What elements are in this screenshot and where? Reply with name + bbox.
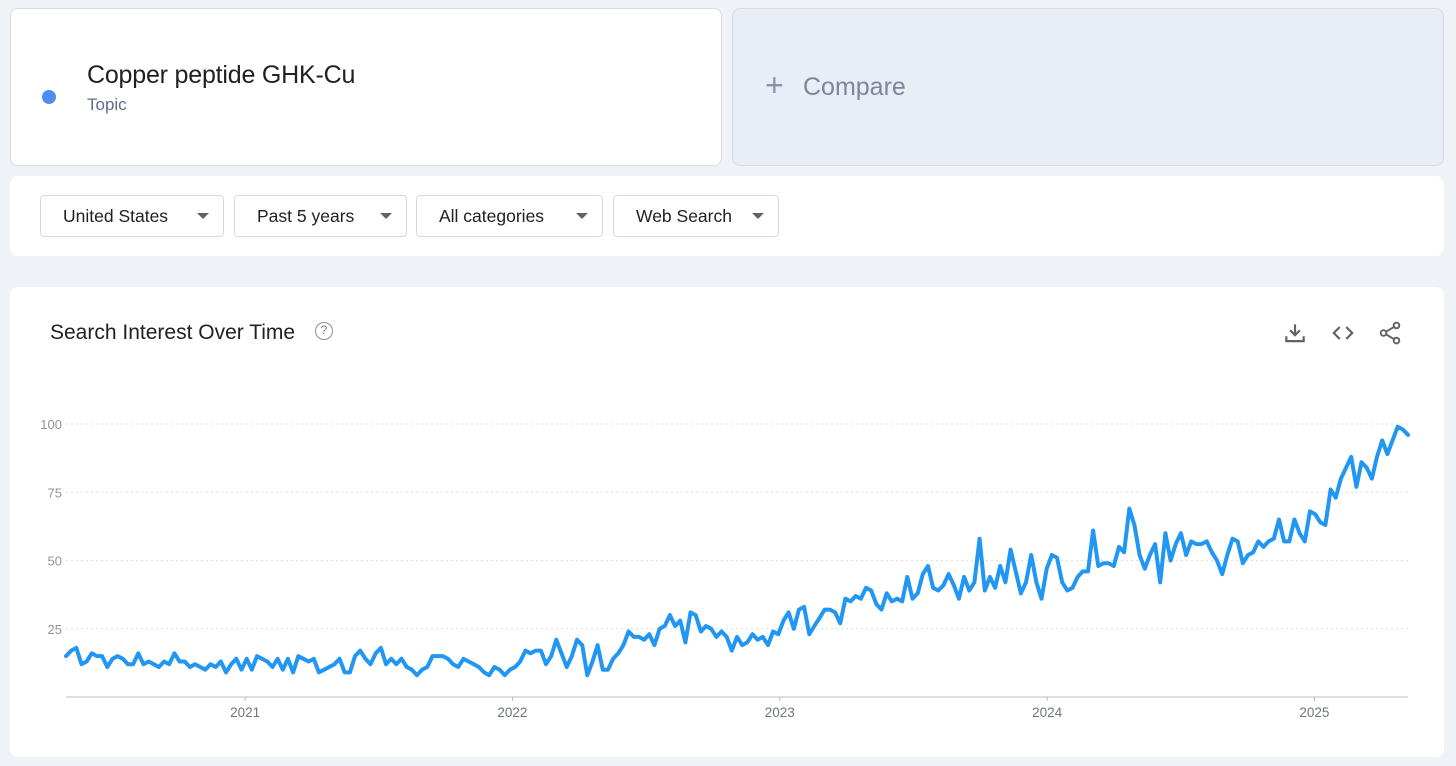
search-type-dropdown-label: Web Search: [636, 205, 732, 226]
caret-down-icon: [752, 213, 764, 219]
period-dropdown[interactable]: Past 5 years: [234, 195, 407, 237]
search-term-card[interactable]: Copper peptide GHK-Cu Topic: [10, 8, 722, 166]
x-tick-label: 2023: [765, 705, 795, 720]
caret-down-icon: [576, 213, 588, 219]
interest-over-time-card: Search Interest Over Time ? 25 50 75 100 202…: [10, 287, 1444, 757]
region-dropdown[interactable]: United States: [40, 195, 224, 237]
x-tick-label: 2021: [230, 705, 260, 720]
x-tick-label: 2025: [1299, 705, 1329, 720]
term-color-dot: [42, 90, 56, 104]
caret-down-icon: [197, 213, 209, 219]
x-tick-label: 2024: [1032, 705, 1063, 720]
filter-bar: United States Past 5 years All categorie…: [10, 176, 1444, 256]
y-tick-label: 50: [48, 554, 62, 569]
y-tick-label: 75: [48, 485, 62, 500]
category-dropdown-label: All categories: [439, 205, 545, 226]
compare-label: Compare: [803, 73, 906, 101]
category-dropdown[interactable]: All categories: [416, 195, 603, 237]
search-term-title[interactable]: Copper peptide GHK-Cu: [87, 61, 355, 90]
compare-button[interactable]: + Compare: [732, 8, 1444, 166]
plus-icon: +: [765, 67, 784, 103]
y-tick-label: 25: [48, 622, 62, 637]
x-tick-label: 2022: [497, 705, 527, 720]
search-type-dropdown[interactable]: Web Search: [613, 195, 779, 237]
line-chart: 25 50 75 100 2021 2022 2023 2024 2025: [40, 417, 1410, 720]
y-tick-label: 100: [40, 417, 62, 432]
region-dropdown-label: United States: [63, 205, 169, 226]
period-dropdown-label: Past 5 years: [257, 205, 355, 226]
search-term-type: Topic: [87, 95, 127, 114]
caret-down-icon: [380, 213, 392, 219]
series-line[interactable]: [64, 424, 1410, 678]
